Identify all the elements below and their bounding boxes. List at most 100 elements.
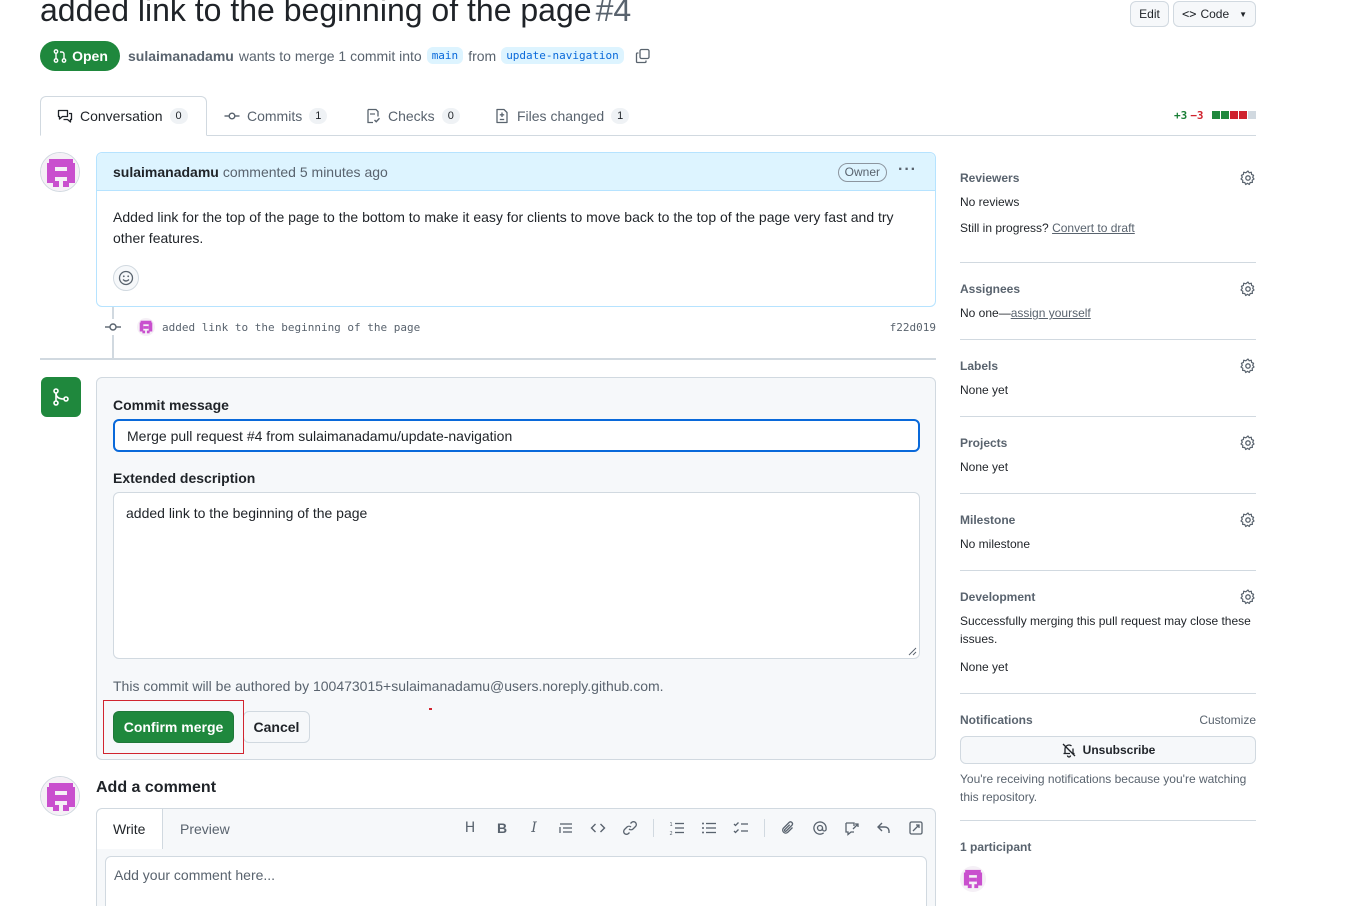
kebab-icon[interactable]: ··· — [898, 161, 917, 179]
edit-button[interactable]: Edit — [1130, 1, 1169, 27]
add-comment-title: Add a comment — [96, 779, 217, 796]
tab-counter: 0 — [169, 108, 188, 124]
diffstat-blocks — [1211, 110, 1256, 122]
from-text: from — [468, 47, 497, 64]
gear-icon[interactable] — [1240, 281, 1256, 297]
link-icon[interactable] — [621, 819, 639, 837]
svg-text:2: 2 — [670, 831, 673, 836]
resize-handle-icon[interactable] — [907, 646, 917, 656]
milestone-value: No milestone — [960, 537, 1031, 551]
commit-message-input[interactable]: Merge pull request #4 from sulaimanadamu… — [113, 419, 920, 452]
notifications-description: You're receiving notifications because y… — [960, 772, 1247, 804]
tab-files-changed[interactable]: Files changed 1 — [478, 96, 645, 136]
mention-icon[interactable] — [811, 819, 829, 837]
quote-icon[interactable] — [557, 819, 575, 837]
tab-preview[interactable]: Preview — [164, 809, 246, 849]
comment-timestamp: commented 5 minutes ago — [222, 163, 388, 180]
cross-reference-icon[interactable] — [843, 819, 861, 837]
comment-discussion-icon — [57, 109, 73, 123]
pr-author-link[interactable]: sulaimanadamu — [128, 48, 234, 64]
participants-title: 1 participant — [960, 840, 1032, 854]
avatar[interactable] — [137, 318, 155, 336]
git-commit-icon — [224, 112, 240, 120]
italic-icon[interactable]: I — [525, 819, 543, 837]
extended-description-textarea[interactable]: added link to the beginning of the page — [113, 492, 920, 659]
bold-icon[interactable]: B — [493, 819, 511, 837]
commit-sha-link[interactable]: f22d019 — [890, 321, 936, 334]
avatar[interactable] — [40, 776, 80, 816]
pr-number: #4 — [595, 0, 632, 28]
tab-write[interactable]: Write — [97, 809, 163, 849]
gear-icon[interactable] — [1240, 170, 1256, 186]
smiley-icon — [118, 270, 134, 286]
file-diff-icon — [496, 108, 508, 124]
tab-counter: 1 — [309, 108, 328, 124]
merge-text: wants to merge 1 commit into — [238, 47, 422, 64]
sidebar-divider — [960, 493, 1256, 494]
participant-avatar[interactable] — [960, 866, 986, 892]
comment-card: sulaimanadamu commented 5 minutes ago Ow… — [96, 152, 936, 307]
gear-icon[interactable] — [1240, 358, 1256, 374]
customize-link[interactable]: Customize — [1199, 713, 1256, 727]
reply-icon[interactable] — [875, 819, 893, 837]
unsubscribe-button[interactable]: Unsubscribe — [960, 736, 1256, 764]
git-merge-icon — [41, 377, 81, 417]
tab-counter: 0 — [441, 108, 460, 124]
assign-yourself-link[interactable]: assign yourself — [1011, 306, 1091, 320]
tab-conversation[interactable]: Conversation 0 — [40, 96, 207, 136]
avatar[interactable] — [40, 152, 80, 192]
merge-summary: sulaimanadamu wants to merge 1 commit in… — [128, 47, 651, 64]
development-description: Successfully merging this pull request m… — [960, 614, 1251, 646]
owner-badge: Owner — [837, 163, 887, 182]
gear-icon[interactable] — [1240, 512, 1256, 528]
add-reaction-button[interactable] — [113, 265, 139, 291]
sidebar-divider — [960, 693, 1256, 694]
development-value: None yet — [960, 660, 1009, 674]
milestone-section: Milestone No milestone — [960, 512, 1256, 553]
commit-message-link[interactable]: added link to the beginning of the page — [162, 321, 420, 334]
toolbar-divider — [764, 819, 765, 837]
gear-icon[interactable] — [1240, 435, 1256, 451]
tab-label: Checks — [388, 108, 435, 124]
comment-input[interactable]: Add your comment here... — [105, 856, 927, 906]
paperclip-icon[interactable] — [779, 819, 797, 837]
highlight-mark — [429, 708, 432, 710]
write-tab-label: Write — [113, 821, 146, 837]
pr-state-badge: Open — [40, 41, 120, 71]
extended-description-label: Extended description — [113, 470, 256, 486]
code-icon: <> — [1182, 7, 1197, 21]
assignees-none: No one— — [960, 306, 1011, 320]
task-list-icon[interactable] — [732, 819, 750, 837]
cancel-button[interactable]: Cancel — [243, 711, 310, 743]
reviewers-section: Reviewers No reviews Still in progress? … — [960, 170, 1256, 237]
code-icon[interactable] — [589, 819, 607, 837]
convert-to-draft-link[interactable]: Convert to draft — [1052, 221, 1135, 235]
ordered-list-icon[interactable]: 12 — [668, 819, 686, 837]
timeline-divider — [40, 358, 936, 360]
diffstat-deletions: −3 — [1190, 109, 1204, 122]
draft-prompt-text: Still in progress? — [960, 221, 1049, 235]
head-branch[interactable]: update-navigation — [501, 47, 624, 64]
checklist-icon — [367, 108, 381, 124]
tab-label: Files changed — [517, 108, 605, 124]
unordered-list-icon[interactable] — [700, 819, 718, 837]
author-note: This commit will be authored by 10047301… — [113, 678, 664, 694]
base-branch[interactable]: main — [426, 47, 464, 64]
copy-icon[interactable] — [635, 48, 651, 64]
tab-checks[interactable]: Checks 0 — [349, 96, 476, 136]
milestone-title: Milestone — [960, 513, 1016, 527]
labels-value: None yet — [960, 383, 1009, 397]
fullscreen-icon[interactable] — [907, 819, 925, 837]
tab-counter: 1 — [611, 108, 630, 124]
comment-placeholder: Add your comment here... — [114, 867, 276, 883]
heading-icon[interactable]: H — [461, 819, 479, 837]
highlight-box — [103, 700, 244, 754]
tab-label: Commits — [247, 108, 303, 124]
comment-author[interactable]: sulaimanadamu — [113, 164, 219, 180]
projects-section: Projects None yet — [960, 435, 1256, 476]
gear-icon[interactable] — [1240, 589, 1256, 605]
code-button[interactable]: <> Code ▼ — [1173, 1, 1256, 27]
tab-commits[interactable]: Commits 1 — [208, 96, 343, 136]
extended-description-value: added link to the beginning of the page — [126, 505, 368, 521]
commit-message-label: Commit message — [113, 397, 229, 413]
